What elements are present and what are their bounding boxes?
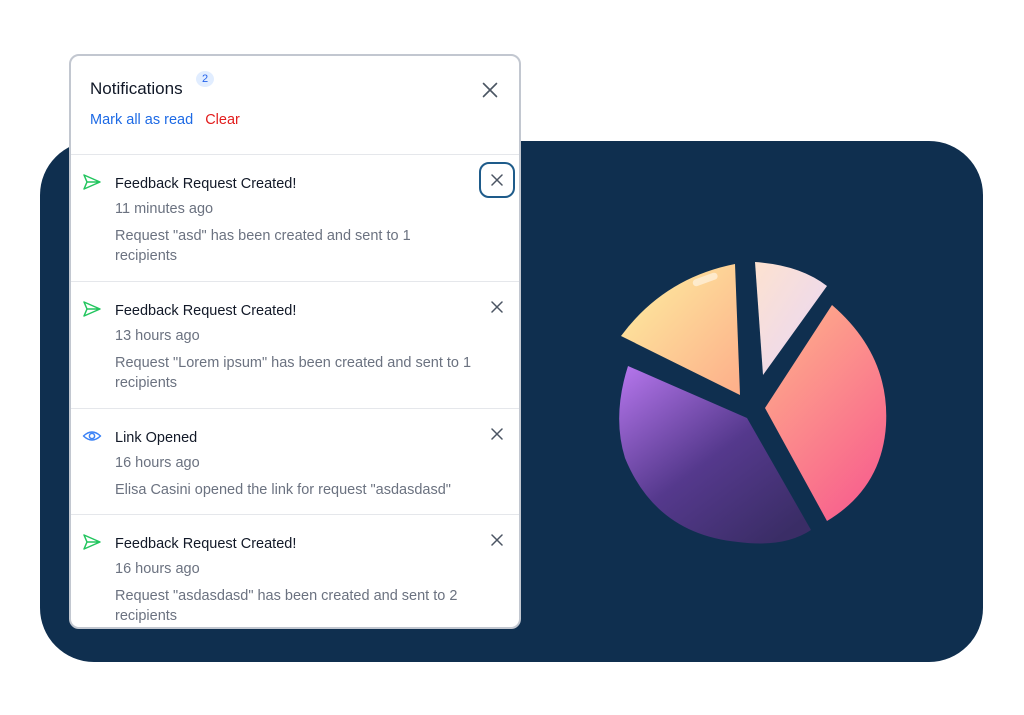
mark-all-read-link[interactable]: Mark all as read xyxy=(90,112,193,128)
notification-body: Elisa Casini opened the link for request… xyxy=(115,482,451,498)
close-icon xyxy=(482,82,498,98)
close-icon xyxy=(491,174,503,186)
notification-title: Feedback Request Created! xyxy=(115,536,297,552)
dismiss-notification-button[interactable] xyxy=(479,289,515,325)
notification-body: Request "asdasdasd" has been created and… xyxy=(115,588,458,624)
close-icon xyxy=(491,428,503,440)
notification-title: Link Opened xyxy=(115,430,198,446)
close-icon xyxy=(491,534,503,546)
dismiss-notification-button[interactable] xyxy=(479,416,515,452)
notification-time: 13 hours ago xyxy=(115,328,200,344)
close-icon xyxy=(491,301,503,313)
send-icon xyxy=(83,301,101,317)
unread-count-badge: 2 xyxy=(196,71,214,87)
notification-item[interactable]: Feedback Request Created! 16 hours ago R… xyxy=(71,515,519,627)
panel-actions: Mark all as read Clear xyxy=(90,112,240,128)
notification-item[interactable]: Feedback Request Created! 13 hours ago R… xyxy=(71,282,519,409)
clear-link[interactable]: Clear xyxy=(205,112,240,128)
dismiss-notification-button[interactable] xyxy=(479,162,515,198)
send-icon xyxy=(83,534,101,550)
notification-title: Feedback Request Created! xyxy=(115,176,297,192)
eye-icon xyxy=(82,431,102,441)
panel-header: Notifications 2 Mark all as read Clear xyxy=(71,56,519,155)
notification-time: 16 hours ago xyxy=(115,455,200,471)
notification-item[interactable]: Feedback Request Created! 11 minutes ago… xyxy=(71,155,519,282)
pie-chart-illustration xyxy=(619,262,887,544)
notification-title: Feedback Request Created! xyxy=(115,303,297,319)
dismiss-notification-button[interactable] xyxy=(479,522,515,558)
notification-time: 11 minutes ago xyxy=(115,201,214,217)
notification-item[interactable]: Link Opened 16 hours ago Elisa Casini op… xyxy=(71,409,519,515)
send-icon xyxy=(83,174,101,190)
notification-time: 16 hours ago xyxy=(115,561,200,577)
panel-title: Notifications xyxy=(90,79,183,98)
notification-body: Request "Lorem ipsum" has been created a… xyxy=(115,355,472,391)
notifications-panel: Notifications 2 Mark all as read Clear F… xyxy=(69,54,521,629)
notification-body: Request "asd" has been created and sent … xyxy=(115,228,411,264)
close-panel-button[interactable] xyxy=(480,80,500,100)
